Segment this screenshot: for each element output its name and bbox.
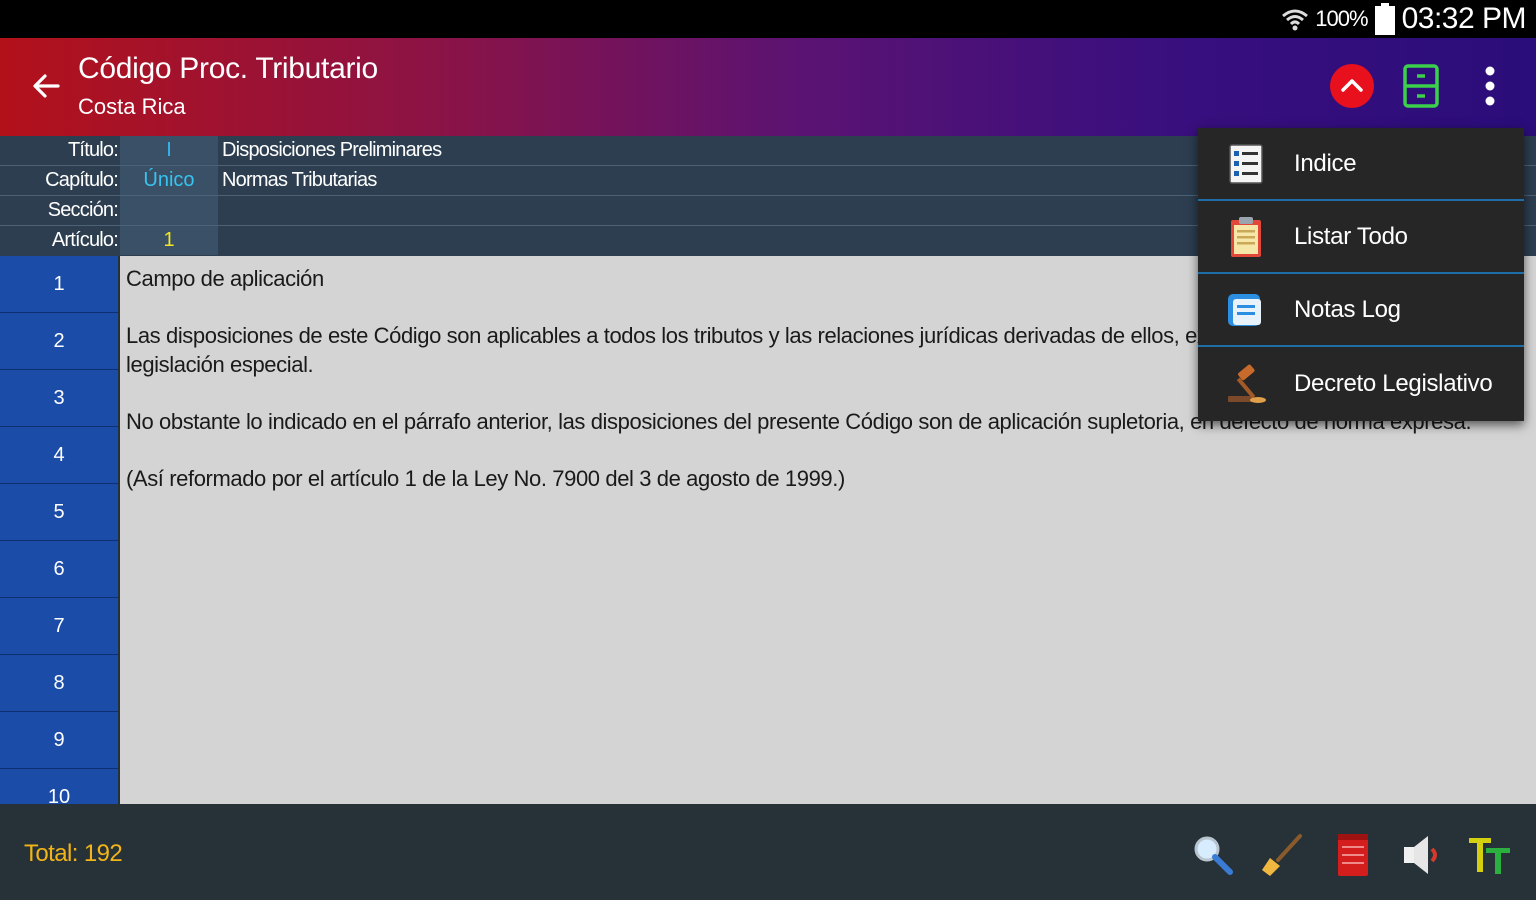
menu-item-decreto-legislativo[interactable]: Decreto Legislativo	[1198, 347, 1524, 420]
scroll-up-button[interactable]	[1330, 64, 1374, 108]
info-label: Título:	[68, 139, 119, 161]
paragraph-number[interactable]: 7	[0, 598, 118, 655]
article-paragraph: (Así reformado por el artículo 1 de la L…	[126, 466, 845, 491]
menu-item-indice[interactable]: Indice	[1198, 128, 1524, 201]
menu-item-listar-todo[interactable]: Listar Todo	[1198, 201, 1524, 274]
bottom-toolbar: Total: 192	[0, 804, 1536, 900]
info-label: Sección:	[47, 199, 119, 221]
paragraph-number[interactable]: 10	[0, 769, 118, 804]
clock: 03:32 PM	[1401, 2, 1527, 35]
broom-icon[interactable]	[1260, 832, 1306, 878]
gavel-icon	[1228, 364, 1266, 403]
menu-item-label: Indice	[1294, 149, 1357, 177]
paragraph-number[interactable]: 3	[0, 370, 118, 427]
info-number: 1	[120, 226, 218, 255]
index-list-icon	[1229, 143, 1263, 184]
info-value: Disposiciones Preliminares	[222, 139, 442, 161]
bookmark-drawer-icon[interactable]	[1400, 62, 1442, 110]
status-bar-right: 100% 03:32 PM	[1281, 0, 1527, 38]
chevron-up-icon	[1341, 79, 1363, 92]
back-arrow-icon[interactable]	[28, 68, 64, 104]
paragraph-number[interactable]: 8	[0, 655, 118, 712]
info-number	[120, 196, 218, 225]
app-title: Código Proc. Tributario	[78, 52, 378, 85]
menu-item-label: Decreto Legislativo	[1294, 369, 1493, 397]
wifi-icon	[1282, 9, 1309, 31]
paragraph-number[interactable]: 5	[0, 484, 118, 541]
speaker-icon[interactable]	[1398, 832, 1444, 878]
search-icon[interactable]	[1190, 832, 1236, 878]
status-bar: 100% 03:32 PM	[0, 0, 1536, 38]
menu-item-label: Listar Todo	[1294, 222, 1408, 250]
info-number: I	[120, 136, 218, 165]
info-number: Único	[120, 166, 218, 195]
app-bar: Código Proc. Tributario Costa Rica	[0, 38, 1536, 136]
app-subtitle: Costa Rica	[78, 94, 186, 119]
info-label: Artículo:	[51, 229, 119, 251]
battery-percent: 100%	[1315, 6, 1368, 31]
paragraph-number[interactable]: 6	[0, 541, 118, 598]
info-label: Capítulo:	[45, 169, 119, 191]
notes-icon	[1228, 293, 1261, 326]
more-vert-icon[interactable]	[1472, 62, 1508, 110]
paragraph-number[interactable]: 1	[0, 256, 118, 313]
text-size-icon[interactable]	[1466, 832, 1512, 878]
info-value: Normas Tributarias	[222, 169, 377, 191]
paragraph-number[interactable]: 4	[0, 427, 118, 484]
total-count: Total: 192	[24, 840, 123, 867]
overflow-menu: Indice Listar Todo Notas Log Decreto Leg…	[1198, 128, 1524, 421]
clipboard-icon	[1231, 216, 1261, 257]
paragraph-number[interactable]: 2	[0, 313, 118, 370]
paragraph-number[interactable]: 9	[0, 712, 118, 769]
menu-item-label: Notas Log	[1294, 295, 1401, 323]
menu-item-notas-log[interactable]: Notas Log	[1198, 274, 1524, 347]
notepad-icon[interactable]	[1330, 832, 1376, 878]
paragraph-number-column: 1 2 3 4 5 6 7 8 9 10	[0, 256, 118, 804]
battery-icon	[1374, 3, 1395, 35]
